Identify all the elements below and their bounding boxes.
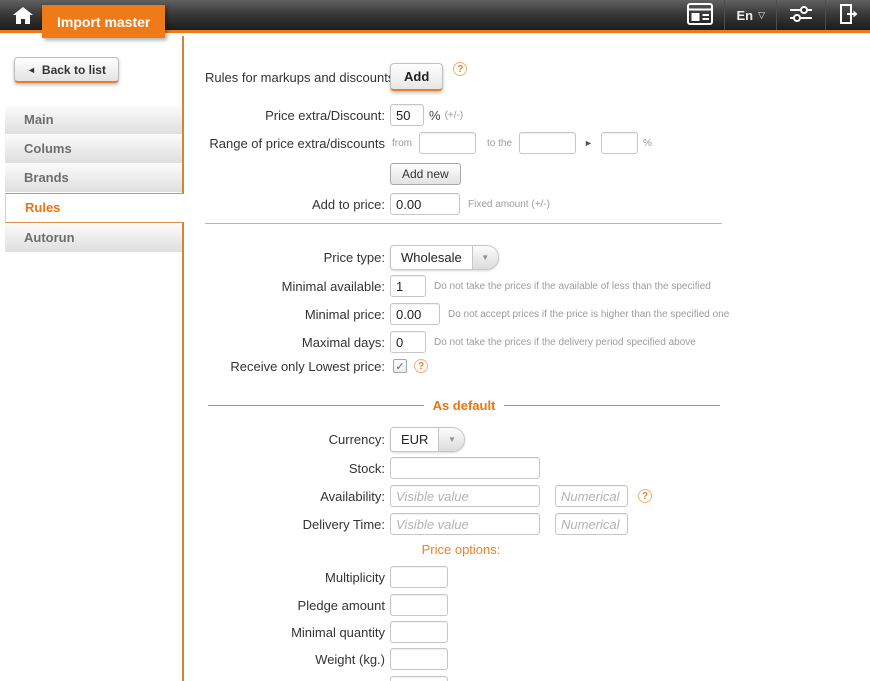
section-divider — [205, 223, 722, 224]
back-to-list-button[interactable]: ◄ Back to list — [14, 57, 119, 83]
maximal-days-label: Maximal days: — [205, 335, 390, 350]
back-to-list-label: Back to list — [42, 63, 106, 77]
price-type-label: Price type: — [205, 250, 390, 265]
sidebar: ◄ Back to list Main Colums Brands Rules … — [0, 36, 183, 681]
minimal-quantity-input[interactable] — [390, 621, 448, 643]
multiplicity-input[interactable] — [390, 566, 448, 588]
as-default-title-text: As default — [433, 398, 496, 413]
window-panel-button[interactable] — [676, 0, 724, 30]
delivery-numerical-input[interactable] — [555, 513, 628, 535]
import-master-page: Import master En ▽ — [0, 0, 870, 681]
minimal-price-input[interactable] — [390, 303, 440, 325]
chevron-down-icon: ▼ — [472, 246, 498, 269]
range-percent: % — [643, 138, 652, 149]
rules-form: Rules for markups and discounts: Add ? P… — [205, 36, 765, 681]
stock-input[interactable] — [390, 457, 540, 479]
currency-select[interactable]: EUR ▼ — [390, 427, 465, 452]
maximal-days-input[interactable] — [390, 331, 426, 353]
availability-visible-input[interactable] — [390, 485, 540, 507]
check-icon: ✓ — [395, 360, 404, 373]
sidebar-nav: Main Colums Brands Rules Autorun — [0, 106, 183, 252]
arrow-right-icon: ► — [584, 138, 593, 148]
range-extra-input[interactable] — [601, 132, 638, 154]
price-extra-label: Price extra/Discount: — [205, 108, 390, 123]
range-label: Range of price extra/discounts — [205, 136, 390, 151]
minimal-price-hint: Do not accept prices if the price is hig… — [448, 309, 729, 320]
pledge-amount-input[interactable] — [390, 594, 448, 616]
price-extra-unit: % — [429, 108, 441, 123]
add-to-price-input[interactable] — [390, 193, 460, 215]
divider-line — [208, 405, 424, 406]
add-to-price-hint: Fixed amount (+/-) — [468, 199, 550, 210]
weight-label: Weight (kg.) — [205, 652, 390, 667]
window-panel-icon — [687, 3, 713, 28]
sliders-icon — [788, 4, 814, 27]
divider-line — [504, 405, 720, 406]
minimal-available-label: Minimal available: — [205, 279, 390, 294]
range-to-input[interactable] — [519, 132, 576, 154]
top-bar: Import master En ▽ — [0, 0, 870, 33]
settings-button[interactable] — [776, 0, 825, 30]
weight-input[interactable] — [390, 648, 448, 670]
sidebar-item-rules[interactable]: Rules — [5, 193, 184, 223]
back-arrow-icon: ◄ — [27, 65, 36, 75]
currency-value: EUR — [391, 428, 438, 451]
minimal-price-label: Minimal price: — [205, 307, 390, 322]
availability-numerical-input[interactable] — [555, 485, 628, 507]
availability-label: Availability: — [205, 489, 390, 504]
range-from-text: from — [392, 138, 412, 149]
markup-rules-label: Rules for markups and discounts: — [205, 70, 390, 85]
sidebar-item-brands[interactable]: Brands — [5, 164, 182, 192]
add-rule-button[interactable]: Add — [390, 63, 443, 91]
minimal-quantity-label: Minimal quantity — [205, 625, 390, 640]
maximal-days-hint: Do not take the prices if the delivery p… — [434, 337, 696, 348]
currency-label: Currency: — [205, 432, 390, 447]
language-label: En — [736, 8, 753, 23]
home-icon[interactable] — [12, 6, 34, 25]
clipped-option-input[interactable] — [390, 676, 448, 681]
delivery-time-label: Delivery Time: — [205, 517, 390, 532]
lowest-price-checkbox[interactable]: ✓ — [393, 359, 407, 373]
chevron-down-icon: ▽ — [758, 10, 765, 21]
logout-button[interactable] — [825, 0, 870, 30]
language-selector[interactable]: En ▽ — [724, 0, 776, 30]
sidebar-divider — [182, 36, 184, 681]
price-type-value: Wholesale — [391, 246, 472, 269]
chevron-down-icon: ▼ — [438, 428, 464, 451]
add-to-price-label: Add to price: — [205, 197, 390, 212]
sidebar-item-colums[interactable]: Colums — [5, 135, 182, 163]
help-icon[interactable]: ? — [453, 62, 467, 76]
help-icon[interactable]: ? — [638, 489, 652, 503]
app-tab-import-master[interactable]: Import master — [42, 5, 165, 38]
range-to-text: to the — [487, 138, 512, 149]
as-default-section-title: As default — [208, 398, 720, 413]
help-icon[interactable]: ? — [414, 359, 428, 373]
price-extra-suffix: (+/-) — [445, 110, 464, 121]
sidebar-item-autorun[interactable]: Autorun — [5, 224, 182, 252]
stock-label: Stock: — [205, 461, 390, 476]
exit-door-icon — [837, 3, 859, 28]
lowest-price-label: Receive only Lowest price: — [205, 359, 390, 374]
multiplicity-label: Multiplicity — [205, 570, 390, 585]
page-title: Import master — [57, 14, 150, 30]
topbar-actions: En ▽ — [676, 0, 870, 30]
pledge-amount-label: Pledge amount — [205, 598, 390, 613]
price-type-select[interactable]: Wholesale ▼ — [390, 245, 499, 270]
range-from-input[interactable] — [419, 132, 476, 154]
delivery-visible-input[interactable] — [390, 513, 540, 535]
minimal-available-input[interactable] — [390, 275, 426, 297]
sidebar-item-main[interactable]: Main — [5, 106, 182, 134]
add-new-range-button[interactable]: Add new — [390, 163, 461, 185]
minimal-available-hint: Do not take the prices if the available … — [434, 281, 711, 292]
price-options-title: Price options: — [205, 542, 717, 557]
price-extra-input[interactable] — [390, 104, 424, 126]
